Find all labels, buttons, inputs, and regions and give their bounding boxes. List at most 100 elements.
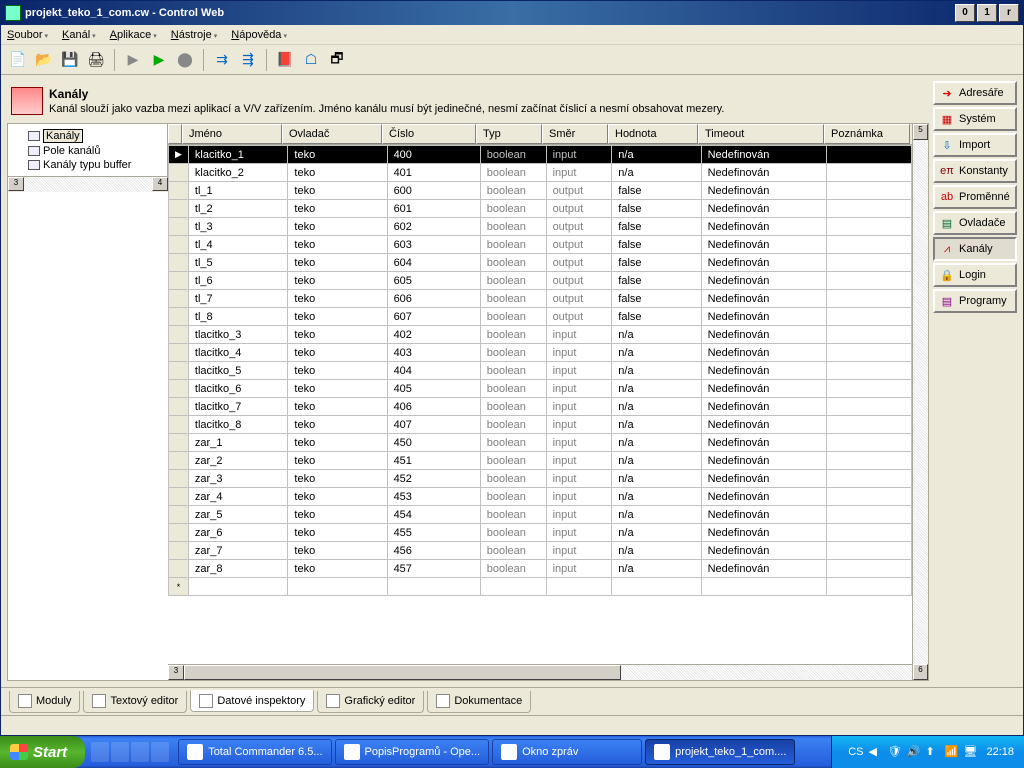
column-header[interactable]: Hodnota [608, 124, 698, 144]
grid-hscroll[interactable]: 34 [168, 664, 928, 680]
tab-dokumentace[interactable]: Dokumentace [427, 691, 531, 713]
quick-launch[interactable] [85, 742, 175, 762]
table-row[interactable]: zar_5teko454booleaninputn/aNedefinován [169, 506, 912, 524]
table-row[interactable]: zar_7teko456booleaninputn/aNedefinován [169, 542, 912, 560]
table-row[interactable]: tl_2teko601booleanoutputfalseNedefinován [169, 200, 912, 218]
titlebar[interactable]: projekt_teko_1_com.cw - Control Web 0 1 … [1, 1, 1023, 25]
clock[interactable]: 22:18 [986, 746, 1014, 758]
menu-kanál[interactable]: Kanál▾ [62, 29, 96, 41]
menu-nástroje[interactable]: Nástroje▾ [171, 29, 218, 41]
table-row[interactable]: zar_1teko450booleaninputn/aNedefinován [169, 434, 912, 452]
sidebar-login[interactable]: 🔒Login [933, 263, 1017, 287]
table-row[interactable]: klacitko_2teko401booleaninputn/aNedefino… [169, 164, 912, 182]
row-header-corner [168, 124, 182, 144]
wizard-icon[interactable]: ☖ [300, 49, 322, 71]
table-row[interactable]: tlacitko_6teko405booleaninputn/aNedefino… [169, 380, 912, 398]
tree-hscroll[interactable]: 34 [8, 176, 168, 192]
taskbar-task[interactable]: PopisProgramů - Ope... [335, 739, 490, 765]
task-label: PopisProgramů - Ope... [365, 746, 481, 758]
sidebar-ovladače[interactable]: ▤Ovladače [933, 211, 1017, 235]
table-row[interactable]: tl_1teko600booleanoutputfalseNedefinován [169, 182, 912, 200]
tray-icon[interactable]: 📶 [944, 745, 958, 759]
tree-item[interactable]: Pole kanálů [10, 144, 165, 158]
table-row[interactable]: ▶klacitko_1teko400booleaninputn/aNedefin… [169, 146, 912, 164]
table-row[interactable]: tl_8teko607booleanoutputfalseNedefinován [169, 308, 912, 326]
taskbar-task[interactable]: projekt_teko_1_com.... [645, 739, 795, 765]
maximize-button[interactable]: 1 [977, 4, 997, 22]
column-header[interactable]: Jméno [182, 124, 282, 144]
close-button[interactable]: r [999, 4, 1019, 22]
tree-item[interactable]: Kanály typu buffer [10, 158, 165, 172]
table-row[interactable]: tlacitko_8teko407booleaninputn/aNedefino… [169, 416, 912, 434]
task-label: Okno zpráv [522, 746, 578, 758]
taskbar-task[interactable]: Total Commander 6.5... [178, 739, 331, 765]
start-label: Start [33, 744, 67, 761]
column-header[interactable]: Číslo [382, 124, 476, 144]
menu-aplikace[interactable]: Aplikace▾ [110, 29, 157, 41]
new-icon[interactable]: 📄 [7, 49, 29, 71]
table-row[interactable]: tlacitko_7teko406booleaninputn/aNedefino… [169, 398, 912, 416]
table-row[interactable]: tl_7teko606booleanoutputfalseNedefinován [169, 290, 912, 308]
tray-icon[interactable]: ◀ [868, 745, 882, 759]
sidebar-kanály[interactable]: ⩘Kanály [933, 237, 1017, 261]
column-header[interactable]: Poznámka [824, 124, 910, 144]
tray-icon[interactable]: 🔊 [906, 745, 920, 759]
run2-icon[interactable]: ▶ [148, 49, 170, 71]
tray-icon[interactable]: ⬆ [925, 745, 939, 759]
table-row[interactable]: tl_5teko604booleanoutputfalseNedefinován [169, 254, 912, 272]
menu-nápověda[interactable]: Nápověda▾ [231, 29, 287, 41]
table-row[interactable]: tlacitko_5teko404booleaninputn/aNedefino… [169, 362, 912, 380]
tab-textový-editor[interactable]: Textový editor [83, 691, 187, 713]
tree1-icon[interactable]: ⇉ [211, 49, 233, 71]
windows-icon[interactable]: 🗗 [326, 49, 348, 71]
column-header[interactable]: Timeout [698, 124, 824, 144]
tray-icon[interactable]: 🖥 [963, 745, 977, 759]
tree-item[interactable]: Kanály [10, 128, 165, 144]
sidebar-proměnné[interactable]: abProměnné [933, 185, 1017, 209]
taskbar-task[interactable]: Okno zpráv [492, 739, 642, 765]
save-icon[interactable]: 💾 [59, 49, 81, 71]
column-header[interactable]: Ovladač [282, 124, 382, 144]
table-row[interactable]: tl_3teko602booleanoutputfalseNedefinován [169, 218, 912, 236]
systray[interactable]: CS ◀ 🛡 🔊 ⬆ 📶 🖥 22:18 [831, 736, 1024, 768]
stop-icon[interactable]: ⬤ [174, 49, 196, 71]
table-row[interactable]: zar_2teko451booleaninputn/aNedefinován [169, 452, 912, 470]
table-row[interactable]: tl_4teko603booleanoutputfalseNedefinován [169, 236, 912, 254]
taskbar: Start Total Commander 6.5... PopisProgram… [0, 736, 1024, 768]
table-row[interactable]: tlacitko_3teko402booleaninputn/aNedefino… [169, 326, 912, 344]
tab-datové-inspektory[interactable]: Datové inspektory [190, 690, 314, 712]
sidebar-programy[interactable]: ▤Programy [933, 289, 1017, 313]
tab-grafický-editor[interactable]: Grafický editor [317, 691, 424, 713]
table-row[interactable]: zar_8teko457booleaninputn/aNedefinován [169, 560, 912, 578]
table-row[interactable]: tlacitko_4teko403booleaninputn/aNedefino… [169, 344, 912, 362]
table-row[interactable]: zar_4teko453booleaninputn/aNedefinován [169, 488, 912, 506]
open-icon[interactable]: 📂 [33, 49, 55, 71]
tree2-icon[interactable]: ⇶ [237, 49, 259, 71]
tab-moduly[interactable]: Moduly [9, 691, 80, 713]
new-row[interactable]: * [169, 578, 912, 596]
grid-body[interactable]: ▶klacitko_1teko400booleaninputn/aNedefin… [168, 145, 928, 664]
sidebar-import[interactable]: ⇩Import [933, 133, 1017, 157]
grid-vscroll[interactable]: 56 [912, 124, 928, 680]
table-row[interactable]: zar_6teko455booleaninputn/aNedefinován [169, 524, 912, 542]
minimize-button[interactable]: 0 [955, 4, 975, 22]
sidebar-icon: ▤ [939, 293, 955, 309]
menu-soubor[interactable]: Soubor▾ [7, 29, 48, 41]
tab-icon [199, 694, 213, 708]
sidebar-konstanty[interactable]: eπKonstanty [933, 159, 1017, 183]
sidebar-icon: 🔒 [939, 267, 955, 283]
book-icon[interactable]: 📕 [274, 49, 296, 71]
run-icon[interactable]: ▶ [122, 49, 144, 71]
table-row[interactable]: tl_6teko605booleanoutputfalseNedefinován [169, 272, 912, 290]
sidebar-systém[interactable]: ▦Systém [933, 107, 1017, 131]
tray-icon[interactable]: 🛡 [887, 745, 901, 759]
table-row[interactable]: zar_3teko452booleaninputn/aNedefinován [169, 470, 912, 488]
sidebar-adresáře[interactable]: ➜Adresáře [933, 81, 1017, 105]
tree-view[interactable]: KanályPole kanálůKanály typu buffer [8, 124, 168, 176]
print-icon[interactable]: 🖨 [85, 49, 107, 71]
start-button[interactable]: Start [0, 736, 85, 768]
column-header[interactable]: Typ [476, 124, 542, 144]
column-header[interactable]: Směr [542, 124, 608, 144]
language-indicator[interactable]: CS [848, 746, 863, 758]
windows-logo-icon [10, 744, 28, 760]
